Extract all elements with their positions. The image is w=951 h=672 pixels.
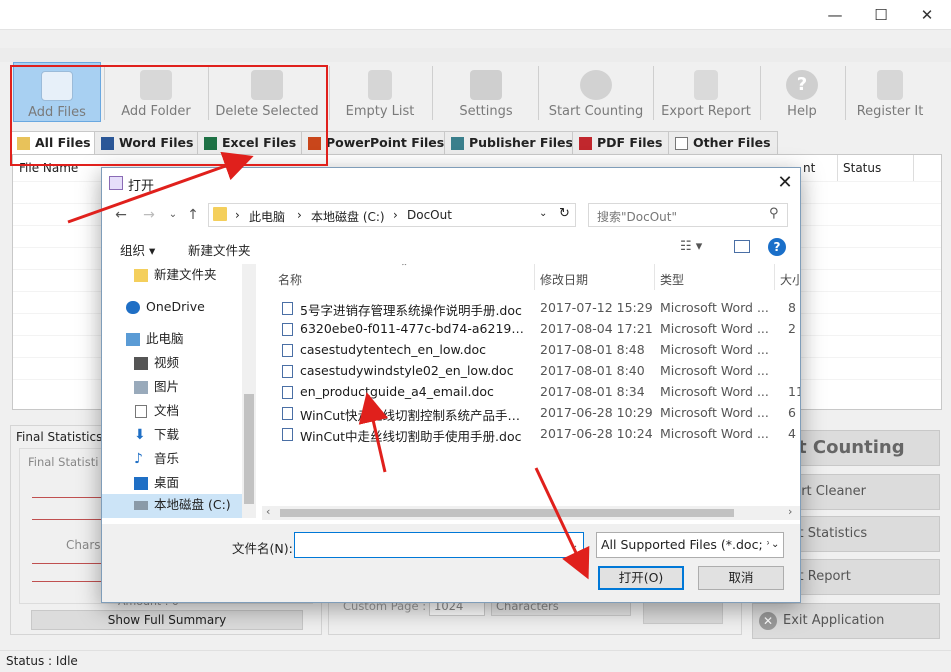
annotation-arrows xyxy=(67,151,590,580)
arrow-to-file xyxy=(358,392,388,473)
arrow-to-open-button xyxy=(534,467,590,580)
arrow-to-add-files xyxy=(67,151,254,224)
app-window: — ☐ ✕ Add Files Add Folder Delete Select… xyxy=(0,0,951,672)
